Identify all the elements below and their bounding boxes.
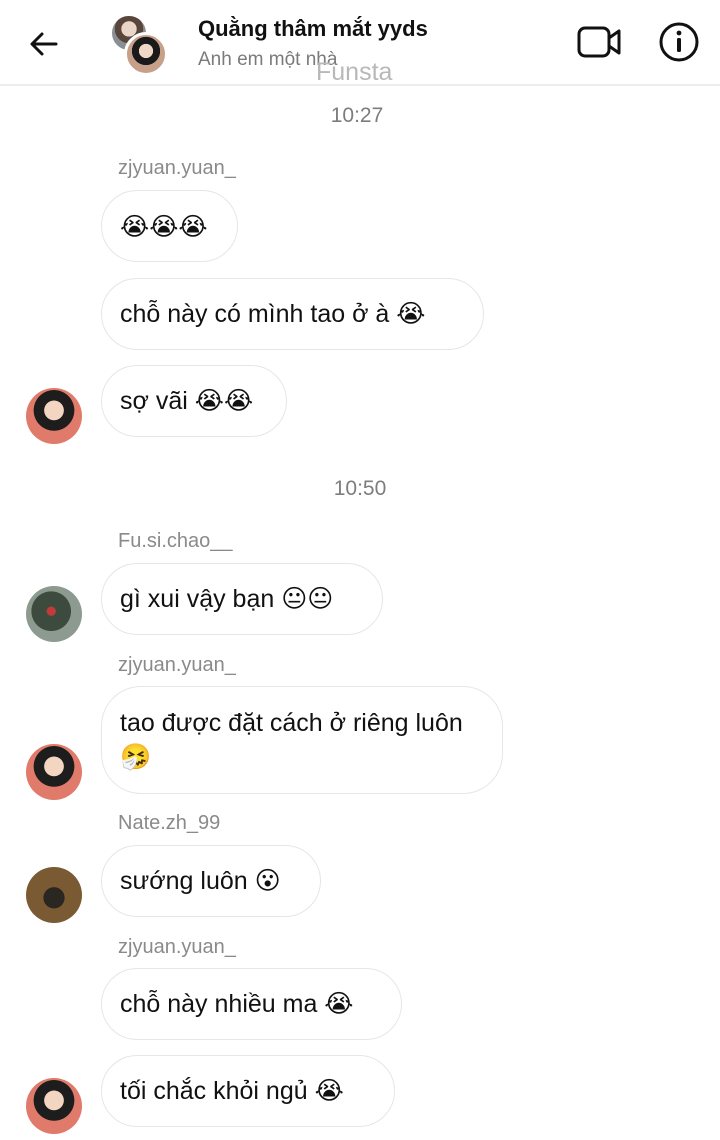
message-bubble[interactable]: sướng luôn 😮: [101, 845, 321, 917]
avatar[interactable]: [26, 388, 82, 444]
timestamp: 10:50: [333, 477, 387, 500]
sender-name: Nate.zh_99: [118, 812, 221, 834]
message-bubble[interactable]: 😭😭😭: [101, 190, 238, 262]
message-bubble[interactable]: gì xui vậy bạn 😐😐: [101, 563, 383, 635]
avatar[interactable]: [26, 867, 82, 923]
sender-name: zjyuan.yuan_: [118, 936, 236, 958]
info-icon[interactable]: [657, 20, 701, 64]
timestamp: 10:27: [330, 104, 384, 127]
message-bubble[interactable]: tao được đặt cách ở riêng luôn 🤧: [101, 686, 503, 794]
sender-name: zjyuan.yuan_: [118, 157, 236, 179]
avatar[interactable]: [26, 586, 82, 642]
watermark: Funsta: [316, 58, 393, 86]
message-bubble[interactable]: chỗ này nhiều ma 😭: [101, 968, 402, 1040]
avatar[interactable]: [26, 1078, 82, 1134]
chat-header: Quằng thâm mắt yyds Anh em một nhà Funst…: [0, 0, 720, 86]
group-avatar[interactable]: [110, 14, 170, 76]
video-camera-icon[interactable]: [576, 22, 622, 62]
arrow-left-icon[interactable]: [26, 26, 62, 62]
avatar[interactable]: [26, 744, 82, 800]
message-bubble[interactable]: tối chắc khỏi ngủ 😭: [101, 1055, 395, 1127]
sender-name: Fu.si.chao__: [118, 530, 233, 552]
sender-name: zjyuan.yuan_: [118, 654, 236, 676]
message-bubble[interactable]: chỗ này có mình tao ở à 😭: [101, 278, 484, 350]
message-bubble[interactable]: sợ vãi 😭😭: [101, 365, 287, 437]
chat-title[interactable]: Quằng thâm mắt yyds: [198, 16, 428, 42]
avatar-front: [124, 32, 168, 76]
